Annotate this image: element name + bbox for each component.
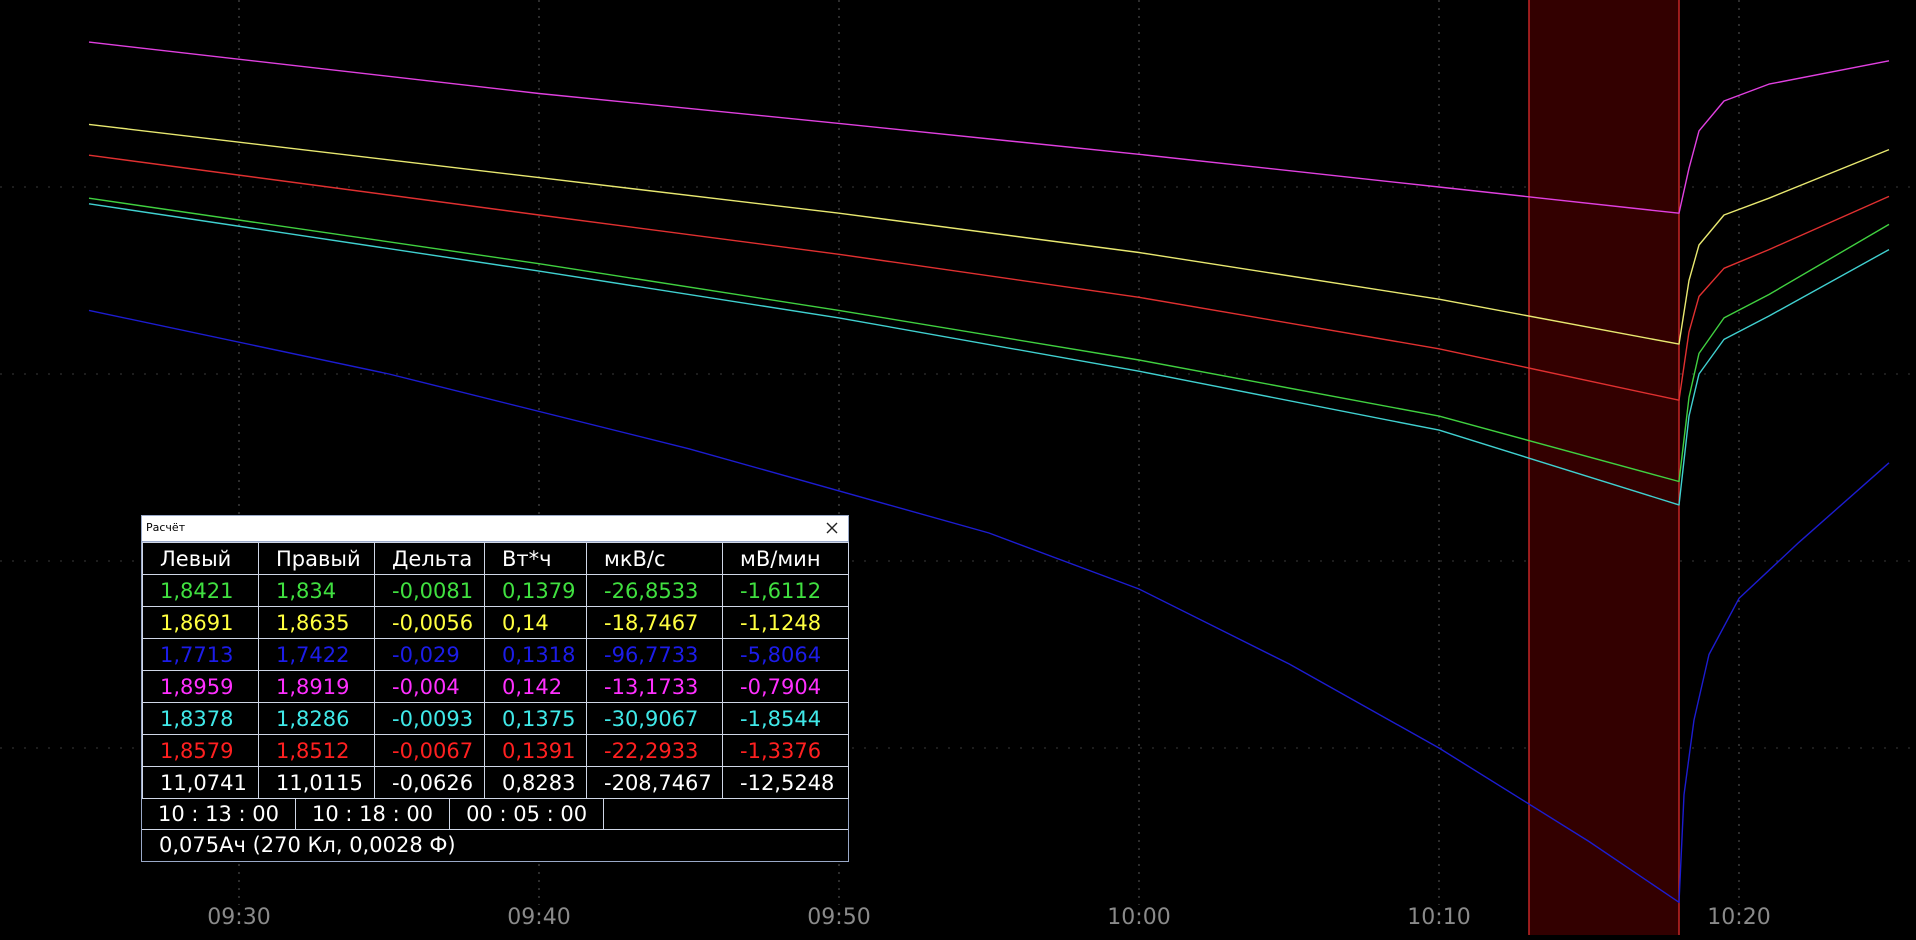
table-cell: -22,2933: [586, 734, 723, 767]
x-tick-label: 10:00: [1107, 905, 1170, 930]
table-cell: 0,8283: [484, 766, 587, 799]
table-cell: 1,8691: [142, 606, 259, 639]
dialog-body: Левый Правый Дельта Вт*ч мкВ/с мВ/мин 1,8421 1,…: [142, 542, 849, 861]
table-cell: 1,8378: [142, 702, 259, 735]
table-cell: 1,7713: [142, 638, 259, 671]
table-cell: -1,3376: [722, 734, 849, 767]
table-cell: -30,9067: [586, 702, 723, 735]
table-cell: -26,8533: [586, 574, 723, 607]
x-tick-label: 10:20: [1707, 905, 1770, 930]
table-cell: -13,1733: [586, 670, 723, 703]
table-cell: -12,5248: [722, 766, 849, 799]
table-cell: 1,8579: [142, 734, 259, 767]
table-cell: 1,8421: [142, 574, 259, 607]
table-row: 1,8579 1,8512 -0,0067 0,1391 -22,2933 -1,3376: [142, 734, 849, 767]
table-row: 1,8378 1,8286 -0,0093 0,1375 -30,9067 -1,8544: [142, 702, 849, 735]
table-cell: 11,0741: [142, 766, 259, 799]
table-cell: 1,8919: [258, 670, 375, 703]
table-cell: 0,1391: [484, 734, 587, 767]
column-header: Дельта: [374, 542, 485, 575]
table-cell: -0,0067: [374, 734, 485, 767]
capacity-summary: 0,075Ач (270 Кл, 0,0028 Ф): [159, 833, 456, 857]
table-cell: -0,0626: [374, 766, 485, 799]
start-time: 10 : 13 : 00: [142, 799, 297, 829]
table-cell: 1,7422: [258, 638, 375, 671]
table-row: 1,8959 1,8919 -0,004 0,142 -13,1733 -0,7904: [142, 670, 849, 703]
table-cell: 1,8512: [258, 734, 375, 767]
table-cell: 1,8959: [142, 670, 259, 703]
table-cell: -0,7904: [722, 670, 849, 703]
table-cell: -1,1248: [722, 606, 849, 639]
duration: 00 : 05 : 00: [450, 799, 605, 829]
column-header: Левый: [142, 542, 259, 575]
table-cell: 1,8635: [258, 606, 375, 639]
x-tick-label: 09:40: [507, 905, 570, 930]
close-icon: [826, 522, 838, 534]
time-range-row: 10 : 13 : 00 10 : 18 : 00 00 : 05 : 00: [142, 799, 848, 830]
table-cell: -0,0081: [374, 574, 485, 607]
table-cell: -1,6112: [722, 574, 849, 607]
table-row: 1,8691 1,8635 -0,0056 0,14 -18,7467 -1,1248: [142, 606, 849, 639]
table-cell: 0,1379: [484, 574, 587, 607]
table-header-row: Левый Правый Дельта Вт*ч мкВ/с мВ/мин: [142, 542, 849, 575]
table-cell: -0,029: [374, 638, 485, 671]
column-header: мкВ/с: [586, 542, 723, 575]
x-tick-label: 09:50: [807, 905, 870, 930]
table-cell: -0,004: [374, 670, 485, 703]
table-row: 1,7713 1,7422 -0,029 0,1318 -96,7733 -5,8064: [142, 638, 849, 671]
table-cell: -0,0093: [374, 702, 485, 735]
column-header: Вт*ч: [484, 542, 587, 575]
table-cell: 0,1375: [484, 702, 587, 735]
table-cell: -5,8064: [722, 638, 849, 671]
table-cell: 0,1318: [484, 638, 587, 671]
end-time: 10 : 18 : 00: [296, 799, 451, 829]
table-row: 11,0741 11,0115 -0,0626 0,8283 -208,7467 -12,…: [142, 766, 849, 799]
column-header: Правый: [258, 542, 375, 575]
table-cell: -18,7467: [586, 606, 723, 639]
table-cell: -0,0056: [374, 606, 485, 639]
results-table: Левый Правый Дельта Вт*ч мкВ/с мВ/мин 1,8421 1,…: [142, 542, 849, 799]
highlight-region[interactable]: [1529, 0, 1679, 935]
dialog-title: Расчёт: [146, 521, 186, 534]
table-row: 1,8421 1,834 -0,0081 0,1379 -26,8533 -1,6112: [142, 574, 849, 607]
x-tick-label: 09:30: [207, 905, 270, 930]
close-button[interactable]: [822, 518, 842, 538]
table-cell: 0,142: [484, 670, 587, 703]
highlight-region-layer: [1528, 0, 1680, 935]
table-cell: 1,834: [258, 574, 375, 607]
x-tick-label: 10:10: [1407, 905, 1470, 930]
table-cell: -1,8544: [722, 702, 849, 735]
table-cell: 11,0115: [258, 766, 375, 799]
table-cell: -96,7733: [586, 638, 723, 671]
table-cell: 0,14: [484, 606, 587, 639]
table-cell: 1,8286: [258, 702, 375, 735]
calculation-dialog[interactable]: Расчёт Левый Правый Дельта Вт*ч мкВ/с мВ/мин 1…: [141, 515, 849, 862]
column-header: мВ/мин: [722, 542, 849, 575]
dialog-titlebar[interactable]: Расчёт: [142, 516, 848, 542]
table-cell: -208,7467: [586, 766, 723, 799]
